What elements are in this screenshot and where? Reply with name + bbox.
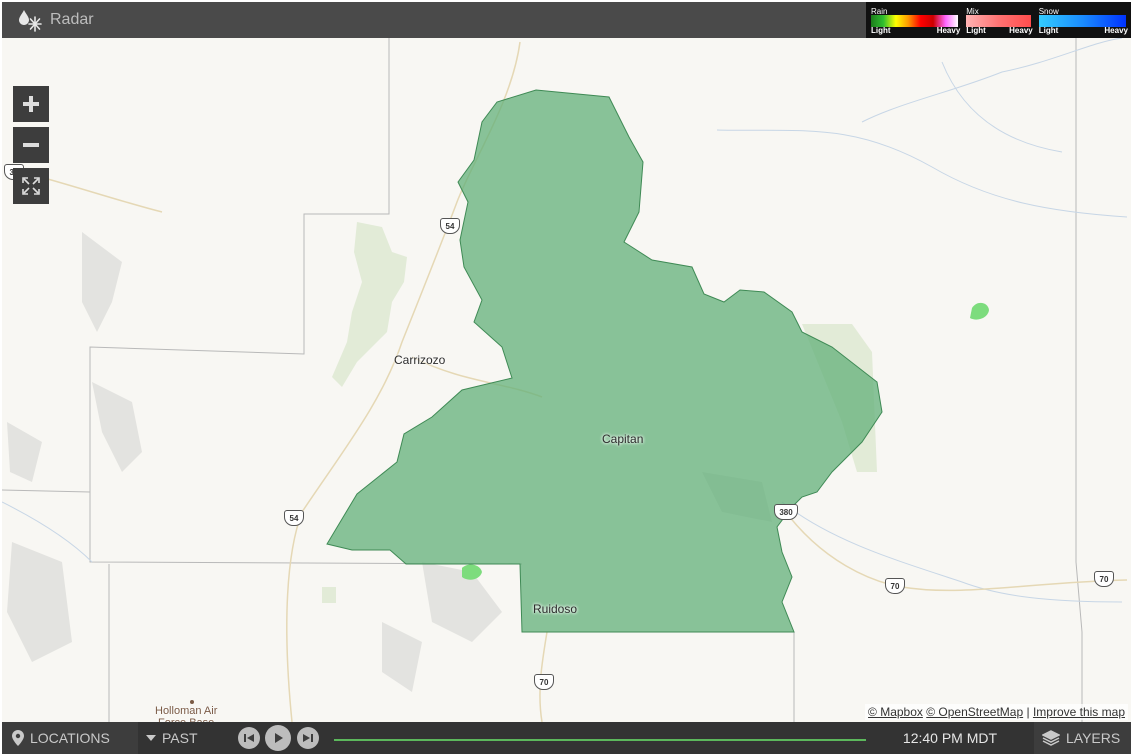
place-ruidoso: Ruidoso bbox=[533, 602, 578, 616]
step-back-button[interactable] bbox=[238, 727, 260, 749]
improve-map-link[interactable]: Improve this map bbox=[1033, 705, 1125, 719]
legend-rain: Rain Light Heavy bbox=[869, 5, 960, 37]
legend-heavy-label: Heavy bbox=[936, 26, 961, 35]
legend-heavy-label: Heavy bbox=[1009, 26, 1033, 35]
attribution-separator: | bbox=[1026, 705, 1030, 719]
precipitation-legend: Rain Light Heavy Mix Light Heavy Snow Li… bbox=[866, 2, 1131, 38]
legend-heavy-label: Heavy bbox=[1104, 26, 1128, 35]
highway-shield: 380 bbox=[774, 504, 798, 520]
map-pin-icon bbox=[12, 730, 24, 746]
fullscreen-button[interactable] bbox=[13, 168, 49, 204]
skip-forward-icon bbox=[303, 734, 313, 742]
place-carrizozo: Carrizozo bbox=[394, 353, 446, 367]
locations-label: LOCATIONS bbox=[30, 730, 110, 746]
layers-button[interactable]: LAYERS bbox=[1034, 722, 1131, 754]
zoom-out-button[interactable] bbox=[13, 127, 49, 163]
poi-dot bbox=[190, 700, 194, 704]
locations-button[interactable]: LOCATIONS bbox=[2, 722, 138, 754]
legend-light-label: Light bbox=[871, 26, 891, 35]
playback-controls bbox=[226, 722, 882, 754]
place-capitan: Capitan bbox=[602, 432, 644, 446]
highway-shield: 70 bbox=[885, 578, 905, 594]
legend-snow: Snow Light Heavy bbox=[1037, 5, 1128, 37]
minus-icon bbox=[23, 143, 39, 147]
highway-shield: 54 bbox=[440, 218, 460, 234]
map-canvas bbox=[2, 37, 1128, 723]
layers-label: LAYERS bbox=[1066, 730, 1121, 746]
caret-down-icon bbox=[146, 735, 156, 741]
past-label: PAST bbox=[162, 730, 198, 746]
legend-light-label: Light bbox=[966, 26, 986, 35]
playback-bar: LOCATIONS PAST 12:40 PM MDT LAYERS bbox=[2, 722, 1131, 754]
app-title: Radar bbox=[50, 11, 94, 28]
highway-shield: 70 bbox=[534, 674, 554, 690]
plus-icon bbox=[23, 96, 39, 112]
radar-map[interactable]: Carrizozo Capitan Ruidoso Holloman Air F… bbox=[2, 2, 1131, 754]
highway-shield: 54 bbox=[284, 510, 304, 526]
app-header: Radar Rain Light Heavy Mix Light Heavy S… bbox=[2, 2, 1131, 38]
rain-snow-icon bbox=[19, 10, 42, 32]
timestamp: 12:40 PM MDT bbox=[866, 722, 1034, 754]
play-icon bbox=[275, 733, 283, 743]
timeline-track[interactable] bbox=[334, 739, 879, 741]
map-attribution: © Mapbox © OpenStreetMap | Improve this … bbox=[865, 704, 1128, 720]
past-dropdown[interactable]: PAST bbox=[138, 722, 226, 754]
layers-icon bbox=[1042, 730, 1060, 746]
expand-icon bbox=[22, 177, 40, 195]
legend-light-label: Light bbox=[1038, 26, 1059, 35]
zoom-in-button[interactable] bbox=[13, 86, 49, 122]
play-button[interactable] bbox=[265, 725, 291, 751]
mapbox-link[interactable]: © Mapbox bbox=[868, 705, 923, 719]
legend-mix: Mix Light Heavy bbox=[964, 5, 1033, 37]
highway-shield: 70 bbox=[1094, 571, 1114, 587]
step-forward-button[interactable] bbox=[297, 727, 319, 749]
skip-back-icon bbox=[244, 734, 254, 742]
openstreetmap-link[interactable]: © OpenStreetMap bbox=[926, 705, 1023, 719]
